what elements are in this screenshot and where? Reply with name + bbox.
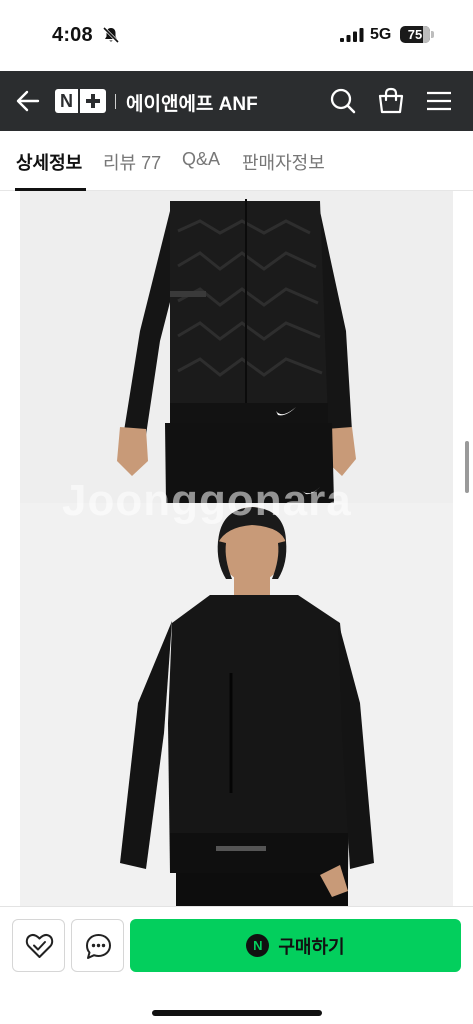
bottom-action-bar: N 구매하기 <box>0 906 473 1024</box>
tab-reviews[interactable]: 리뷰 77 <box>103 149 161 175</box>
chat-bubble-icon <box>86 934 111 959</box>
logo-n: N <box>55 89 80 113</box>
bell-off-icon <box>102 26 120 44</box>
naver-pay-badge: N <box>246 934 270 957</box>
product-photo-back <box>20 503 453 906</box>
status-bar: 4:08 5G 75 <box>0 0 473 70</box>
naver-plus-logo[interactable]: N <box>55 89 106 113</box>
app-header: N 에이앤에프 ANF <box>0 71 473 131</box>
buy-button[interactable]: N 구매하기 <box>130 919 461 972</box>
watermark: Joonggonara <box>62 476 352 525</box>
shopping-bag-icon[interactable] <box>376 86 406 116</box>
tab-seller-info[interactable]: 판매자정보 <box>242 149 325 175</box>
status-time: 4:08 <box>52 24 93 46</box>
product-tabs: 상세정보 리뷰 77 Q&A 판매자정보 <box>0 131 473 191</box>
hamburger-menu-icon[interactable] <box>424 86 454 116</box>
search-icon[interactable] <box>328 86 358 116</box>
product-photo-front <box>20 191 453 503</box>
buy-button-label: 구매하기 <box>278 936 345 957</box>
plus-icon <box>80 89 106 113</box>
network-type: 5G <box>370 26 392 43</box>
home-indicator[interactable] <box>152 1010 322 1016</box>
heart-check-icon <box>25 933 54 958</box>
store-name[interactable]: 에이앤에프 ANF <box>126 89 258 116</box>
header-divider <box>115 94 116 109</box>
scrollbar[interactable] <box>465 441 469 493</box>
battery-level: 75 <box>407 27 423 42</box>
wishlist-button[interactable] <box>12 919 65 972</box>
back-arrow-icon[interactable] <box>14 87 42 115</box>
signal-icon <box>340 28 364 42</box>
chat-button[interactable] <box>71 919 124 972</box>
tab-details[interactable]: 상세정보 <box>16 149 82 175</box>
tab-qna[interactable]: Q&A <box>182 149 220 170</box>
product-detail-images: Joonggonara <box>0 191 473 906</box>
battery-icon: 75 <box>400 26 434 43</box>
